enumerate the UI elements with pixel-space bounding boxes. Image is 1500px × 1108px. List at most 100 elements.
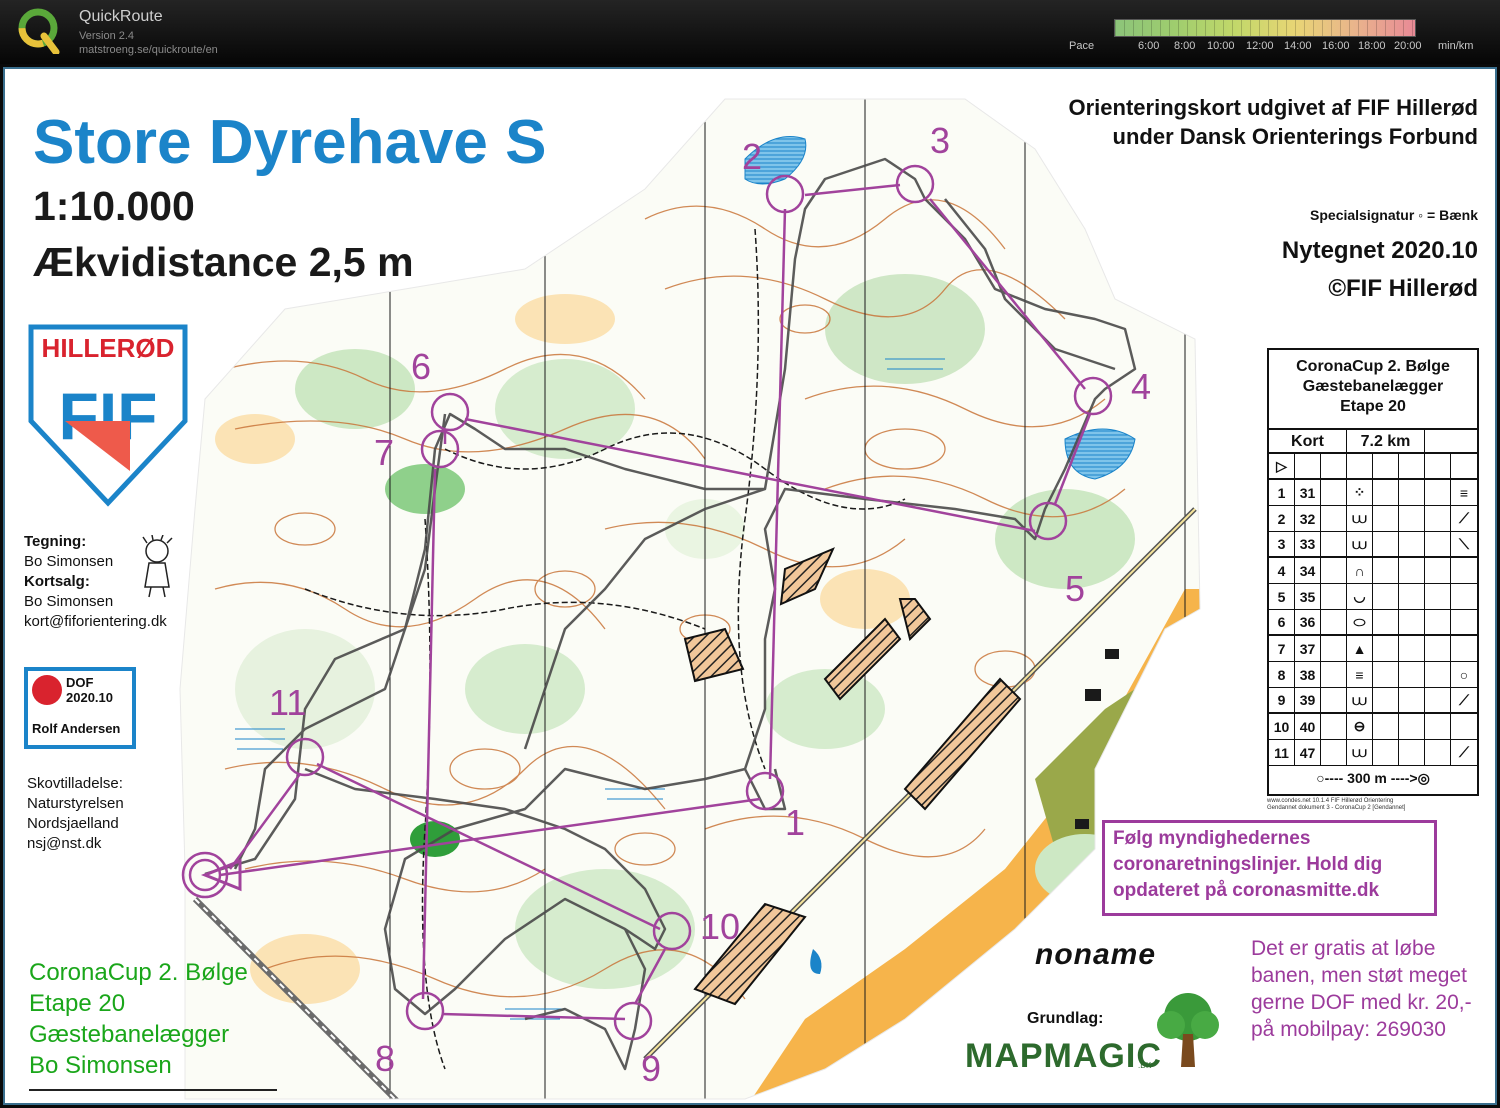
control-number: 2 <box>742 136 762 177</box>
cd-cell <box>1321 558 1347 583</box>
dof-logo-icon <box>32 675 62 705</box>
cd-control-code: 38 <box>1295 662 1321 687</box>
map-canvas[interactable]: 1 2 3 4 5 6 7 8 9 10 11 Store Dyrehave S… <box>3 67 1497 1105</box>
control-number: 9 <box>641 1048 661 1089</box>
map-title: Store Dyrehave S <box>33 108 547 177</box>
app-url[interactable]: matstroeng.se/quickroute/en <box>79 44 218 56</box>
cd-finish-row: ○---- 300 m ---->◎ <box>1316 769 1430 786</box>
dof-label: DOF <box>66 675 94 690</box>
cd-feature-icon: ⬭ <box>1347 610 1373 634</box>
cd-cell <box>1399 532 1425 556</box>
divider <box>29 1089 277 1091</box>
cd-cell <box>1321 714 1347 739</box>
cd-cell <box>1321 636 1347 661</box>
cd-location-icon <box>1451 714 1477 739</box>
cd-control-number: 1 <box>1269 480 1295 505</box>
control-number: 11 <box>269 682 306 723</box>
cd-cell <box>1399 480 1425 505</box>
map-scale: 1:10.000 <box>33 183 195 229</box>
forest-permission: Skovtilladelse: Naturstyrelsen Nordsjael… <box>27 774 124 854</box>
course-line: Bo Simonsen <box>29 1052 172 1079</box>
control-number: 1 <box>785 802 805 843</box>
cd-cell <box>1373 662 1399 687</box>
publisher-line: under Dansk Orienterings Forbund <box>1112 124 1478 149</box>
mapmagic-logo: MAPMAGIC <box>965 1037 1162 1075</box>
forest-line: Nordsjaelland <box>27 815 119 832</box>
cd-cell <box>1425 740 1451 765</box>
forest-email: nsj@nst.dk <box>27 835 102 852</box>
pace-tick: 12:00 <box>1246 40 1274 52</box>
pace-tick: 16:00 <box>1322 40 1350 52</box>
cd-cell <box>1399 584 1425 609</box>
cd-cell <box>1399 714 1425 739</box>
club-badge-name: HILLERØD <box>42 333 175 363</box>
cd-location-icon <box>1451 584 1477 609</box>
cd-control-code: 36 <box>1295 610 1321 634</box>
cd-cell <box>1373 584 1399 609</box>
cd-location-icon <box>1451 558 1477 583</box>
cd-cell <box>1373 610 1399 634</box>
publisher-line: Orienteringskort udgivet af FIF Hillerød <box>1068 95 1479 120</box>
cd-cell <box>1399 662 1425 687</box>
cd-cell <box>1373 506 1399 531</box>
cd-feature-icon: ≡ <box>1347 662 1373 687</box>
cd-cell <box>1425 714 1451 739</box>
cd-location-icon: ⟋ <box>1459 744 1469 760</box>
dof-approval-box: DOF 2020.10 Rolf Andersen <box>24 667 136 749</box>
course-line: Etape 20 <box>29 990 126 1017</box>
cd-control-row: 6 36 ⬭ <box>1269 610 1477 636</box>
cd-cell <box>1425 532 1451 556</box>
cd-feature-icon: ⁘ <box>1347 480 1373 505</box>
cd-header-line: CoronaCup 2. Bølge <box>1296 358 1450 375</box>
dof-date: 2020.10 <box>66 690 113 705</box>
sponsor-noname-logo: noname <box>1035 938 1157 971</box>
cd-cell <box>1399 506 1425 531</box>
app-name: QuickRoute <box>79 8 163 25</box>
publisher-info: Orienteringskort udgivet af FIF Hillerød… <box>1069 93 1479 151</box>
cd-cell <box>1425 636 1451 661</box>
control-number: 6 <box>411 346 431 387</box>
cd-feature-icon: ◡ <box>1347 584 1373 609</box>
cd-feature-icon: ∩ <box>1347 558 1373 583</box>
cd-location-icon: ⟍ <box>1459 535 1469 552</box>
donation-text: Det er gratis at løbe banen, men støt me… <box>1251 937 1472 1041</box>
sales-email: kort@fiforientering.dk <box>24 613 167 630</box>
cd-feature-icon: ⩊ <box>1347 532 1373 556</box>
cd-location-icon: ≡ <box>1459 484 1469 501</box>
cd-course-label: Kort <box>1269 430 1347 452</box>
control-number: 8 <box>375 1038 395 1079</box>
cd-location-icon <box>1451 636 1477 661</box>
control-number: 3 <box>930 120 950 161</box>
pace-color-scale <box>1114 19 1416 37</box>
cd-start-row: ▷ <box>1269 454 1477 480</box>
cd-footer-line: www.condes.net 10.1.4 FIF Hillerød Orien… <box>1267 798 1394 804</box>
cd-footer-line: Gendannet dokument 3 - CoronaCup 2 [Gend… <box>1267 805 1406 811</box>
cd-control-code: 34 <box>1295 558 1321 583</box>
pace-label: Pace <box>1069 40 1095 52</box>
control-description-sheet: CoronaCup 2. Bølge Gæstebanelægger Etape… <box>1267 348 1479 796</box>
cd-control-row: 4 34 ∩ <box>1269 558 1477 584</box>
cd-cell <box>1321 610 1347 634</box>
cd-control-number: 8 <box>1269 662 1295 687</box>
copyright: ©FIF Hillerød <box>1328 275 1478 302</box>
pace-tick: 18:00 <box>1358 40 1386 52</box>
cd-control-row: 9 39 ⩊ ⟋ <box>1269 688 1477 714</box>
cd-cell <box>1425 506 1451 531</box>
cd-control-code: 40 <box>1295 714 1321 739</box>
cd-control-number: 10 <box>1269 714 1295 739</box>
cd-feature-icon: ⊖ <box>1347 714 1373 739</box>
cd-location-icon: ⟋ <box>1459 510 1469 526</box>
cd-cell <box>1321 662 1347 687</box>
cd-control-number: 9 <box>1269 688 1295 712</box>
cd-cell <box>1373 740 1399 765</box>
pace-tick: 20:00 <box>1394 40 1422 52</box>
cd-control-code: 47 <box>1295 740 1321 765</box>
pace-tick: 10:00 <box>1207 40 1235 52</box>
cd-cell <box>1373 480 1399 505</box>
special-symbol-legend: Specialsignatur ◦ = Bænk <box>1310 207 1478 223</box>
pace-tick: 6:00 <box>1138 40 1160 52</box>
corona-notice: Følg myndighedernes coronaretningslinjer… <box>1102 820 1437 916</box>
cd-control-code: 33 <box>1295 532 1321 556</box>
cd-feature-icon: ⩊ <box>1347 688 1373 712</box>
sales-label: Kortsalg: <box>24 573 90 590</box>
